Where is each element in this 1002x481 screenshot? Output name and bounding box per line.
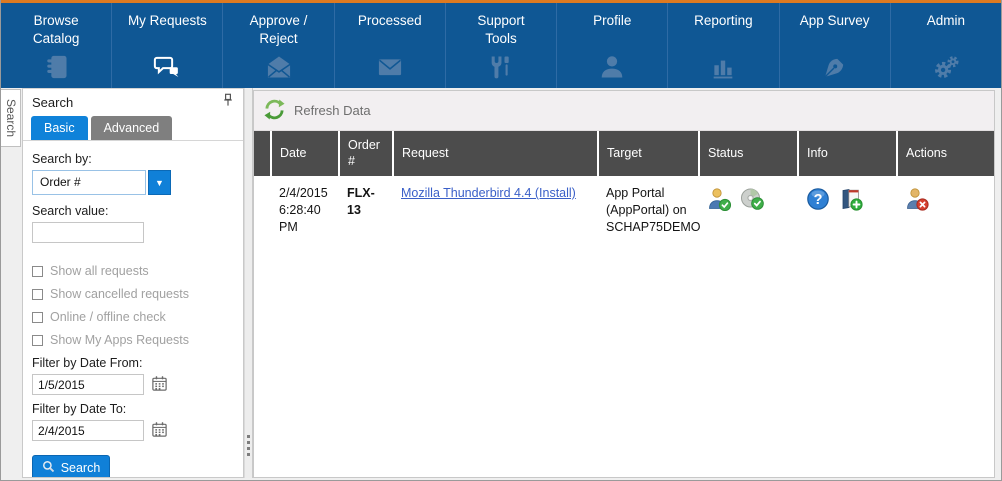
checkbox-show-all-requests[interactable]: Show all requests [32, 264, 234, 278]
search-by-dropdown[interactable]: Order # ▼ [32, 170, 234, 195]
chat-bubbles-icon [112, 53, 222, 81]
person-icon [557, 53, 667, 81]
checkbox-online-offline-check[interactable]: Online / offline check [32, 310, 234, 324]
add-note-icon[interactable] [839, 187, 863, 216]
row-date: 2/4/2015 6:28:40 PM [271, 176, 337, 236]
main-area: Refresh Data Date Order # Request Target… [253, 88, 1001, 478]
checkbox-label: Show all requests [50, 264, 149, 278]
nav-label: Support Tools [446, 12, 556, 47]
search-value-input[interactable] [32, 222, 144, 243]
search-value-label: Search value: [32, 204, 234, 218]
nav-label: My Requests [112, 12, 222, 30]
checkbox-show-cancelled-requests[interactable]: Show cancelled requests [32, 287, 234, 301]
nav-profile[interactable]: Profile [556, 3, 667, 88]
calendar-icon[interactable] [151, 421, 168, 441]
nav-label: Approve / Reject [223, 12, 333, 47]
search-vertical-tab[interactable]: Search [1, 89, 21, 147]
column-header-info[interactable]: Info [799, 131, 896, 176]
table-row: 2/4/2015 6:28:40 PM FLX-13 Mozilla Thund… [254, 176, 994, 236]
nav-app-survey[interactable]: App Survey [779, 3, 890, 88]
checkbox-label: Show cancelled requests [50, 287, 189, 301]
help-icon[interactable]: ? [806, 187, 830, 216]
checkbox-box[interactable] [32, 335, 43, 346]
pen-icon [780, 53, 890, 81]
user-approved-icon[interactable] [707, 187, 731, 216]
refresh-data-button[interactable]: Refresh Data [254, 91, 994, 131]
calendar-icon[interactable] [151, 375, 168, 395]
nav-processed[interactable]: Processed [334, 3, 445, 88]
column-header-target[interactable]: Target [599, 131, 698, 176]
search-tabs: Basic Advanced [23, 116, 243, 141]
search-by-value[interactable]: Order # [32, 170, 146, 195]
envelope-icon [335, 53, 445, 81]
nav-label: Browse Catalog [1, 12, 111, 47]
dock-strip: Search [1, 88, 22, 478]
panel-title: Search [32, 95, 222, 110]
search-form: Search by: Order # ▼ Search value: Show … [23, 141, 243, 478]
date-from-input[interactable] [32, 374, 144, 395]
checkbox-box[interactable] [32, 289, 43, 300]
nav-reporting[interactable]: Reporting [667, 3, 778, 88]
tools-icon [446, 53, 556, 81]
search-button[interactable]: Search [32, 455, 110, 478]
column-header-order[interactable]: Order # [340, 131, 392, 176]
refresh-icon [264, 99, 285, 123]
install-success-icon[interactable] [740, 187, 764, 216]
nav-my-requests[interactable]: My Requests [111, 3, 222, 88]
open-envelope-icon [223, 53, 333, 81]
nav-approve-reject[interactable]: Approve / Reject [222, 3, 333, 88]
catalog-icon [1, 53, 111, 81]
chevron-down-icon[interactable]: ▼ [148, 170, 171, 195]
row-actions-cell [897, 176, 994, 236]
nav-label: Processed [335, 12, 445, 30]
checkbox-box[interactable] [32, 312, 43, 323]
app-window: Browse Catalog My Requests Approve / Rej… [0, 0, 1002, 481]
refresh-label: Refresh Data [294, 103, 371, 118]
search-by-label: Search by: [32, 152, 234, 166]
gears-icon [891, 53, 1001, 81]
column-header-actions[interactable]: Actions [898, 131, 994, 176]
column-header-date[interactable]: Date [272, 131, 338, 176]
checkbox-label: Show My Apps Requests [50, 333, 189, 347]
nav-admin[interactable]: Admin [890, 3, 1001, 88]
nav-label: Reporting [668, 12, 778, 30]
magnifier-icon [42, 460, 55, 476]
date-to-input[interactable] [32, 420, 144, 441]
bar-chart-icon [668, 53, 778, 81]
svg-text:?: ? [814, 192, 823, 208]
nav-label: App Survey [780, 12, 890, 30]
row-order-number: FLX-13 [339, 176, 391, 236]
column-header-blank[interactable] [254, 131, 270, 176]
checkbox-label: Online / offline check [50, 310, 166, 324]
requests-panel: Refresh Data Date Order # Request Target… [253, 90, 995, 478]
date-from-label: Filter by Date From: [32, 356, 234, 370]
tab-basic[interactable]: Basic [31, 116, 88, 140]
panel-splitter[interactable] [244, 88, 253, 478]
column-header-request[interactable]: Request [394, 131, 597, 176]
nav-label: Profile [557, 12, 667, 30]
row-info-cell: ? [798, 176, 895, 236]
tab-advanced[interactable]: Advanced [91, 116, 173, 140]
content-area: Search Search Basic Advanced Search by: … [1, 88, 1001, 478]
row-target: App Portal (AppPortal) on SCHAP75DEMO [598, 176, 697, 236]
search-panel-header: Search [23, 89, 243, 116]
search-button-label: Search [61, 461, 101, 475]
nav-label: Admin [891, 12, 1001, 30]
search-panel: Search Basic Advanced Search by: Order #… [22, 88, 244, 478]
row-status-cell [699, 176, 796, 236]
table-header: Date Order # Request Target Status Info … [254, 131, 994, 176]
cancel-request-icon[interactable] [905, 187, 929, 216]
checkbox-box[interactable] [32, 266, 43, 277]
nav-support-tools[interactable]: Support Tools [445, 3, 556, 88]
checkbox-show-my-apps-requests[interactable]: Show My Apps Requests [32, 333, 234, 347]
row-select-cell [254, 176, 269, 236]
pin-icon[interactable] [222, 93, 234, 112]
top-navigation: Browse Catalog My Requests Approve / Rej… [1, 0, 1001, 88]
nav-browse-catalog[interactable]: Browse Catalog [1, 3, 111, 88]
date-to-label: Filter by Date To: [32, 402, 234, 416]
row-request-cell: Mozilla Thunderbird 4.4 (Install) [393, 176, 596, 236]
request-link[interactable]: Mozilla Thunderbird 4.4 (Install) [401, 186, 576, 200]
splitter-grip[interactable] [247, 435, 250, 456]
column-header-status[interactable]: Status [700, 131, 797, 176]
